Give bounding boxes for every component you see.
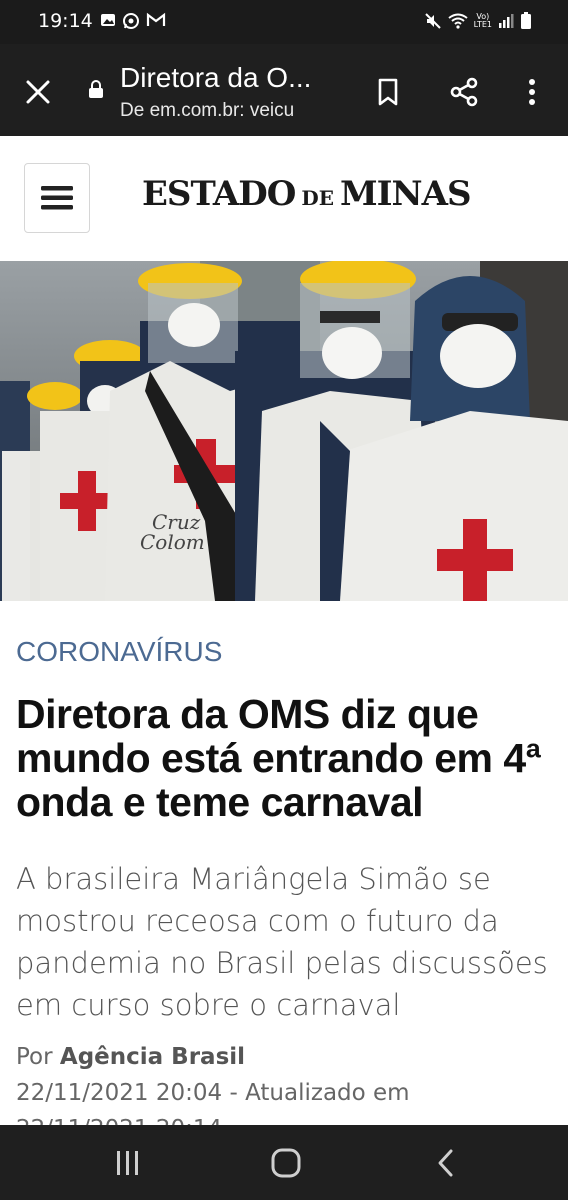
close-icon[interactable] (24, 78, 52, 106)
status-bar: 19:14 Vo) LTE1 (0, 0, 568, 44)
volte-icon: Vo) LTE1 (473, 12, 492, 29)
hamburger-icon (41, 186, 73, 210)
back-icon[interactable] (416, 1145, 476, 1181)
home-icon[interactable] (256, 1145, 316, 1181)
article-author[interactable]: Agência Brasil (60, 1044, 245, 1070)
article-byline: Por Agência Brasil (16, 1044, 245, 1070)
page-title[interactable]: Diretora da O... (120, 62, 340, 94)
article-updated-date: 22/11/2021 20:14 (16, 1116, 222, 1125)
gmail-icon (146, 12, 166, 26)
share-icon[interactable] (446, 74, 482, 110)
article-headline: Diretora da OMS diz que mundo está entra… (16, 691, 541, 825)
article-category[interactable]: CORONAVÍRUS (16, 636, 222, 668)
wifi-icon (447, 13, 468, 29)
article-lead: A brasileira Mariângela Simão se mostrou… (16, 862, 548, 1022)
whatsapp-icon (123, 13, 139, 29)
image-icon (101, 14, 115, 26)
more-vert-icon[interactable] (514, 74, 550, 110)
battery-icon (521, 12, 531, 29)
svg-text:Colom: Colom (140, 530, 205, 554)
site-header: ESTADO DE MINAS (0, 136, 568, 261)
hamburger-menu-button[interactable] (24, 163, 90, 233)
mute-icon (424, 13, 441, 29)
status-time: 19:14 (38, 10, 93, 32)
article-date: 22/11/2021 20:04 - Atualizado em (16, 1080, 410, 1106)
site-logo[interactable]: ESTADO DE MINAS (142, 174, 472, 214)
bookmark-icon[interactable] (370, 74, 406, 110)
system-nav-bar (0, 1125, 568, 1200)
recents-icon[interactable] (98, 1145, 158, 1181)
lock-icon (89, 80, 103, 98)
page-url[interactable]: De em.com.br: veicu (120, 100, 340, 122)
article-hero-image: Cruz Colom (0, 261, 568, 601)
browser-toolbar: Diretora da O... De em.com.br: veicu (0, 44, 568, 136)
signal-icon (499, 14, 514, 28)
byline-prefix: Por (16, 1044, 53, 1070)
